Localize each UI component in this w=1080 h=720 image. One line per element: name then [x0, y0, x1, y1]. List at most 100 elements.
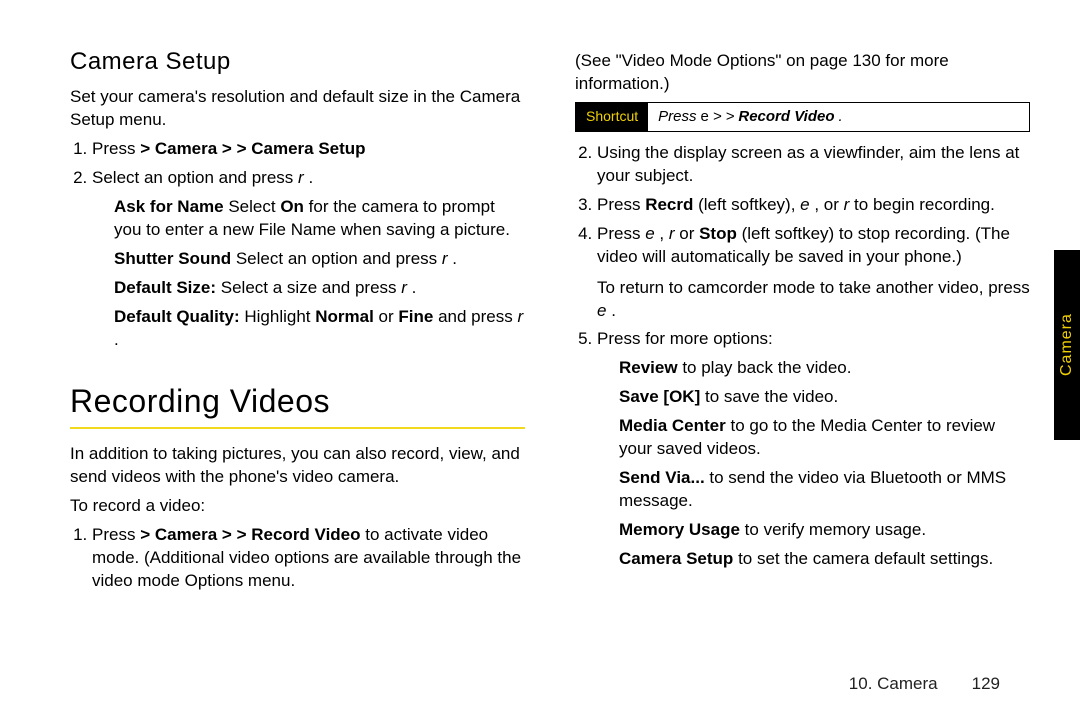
softkey-icon: r [298, 168, 304, 187]
heading-underline [70, 427, 525, 429]
text: for more options: [645, 329, 773, 348]
option-label: Default Size: [114, 278, 216, 297]
text: to verify memory usage. [745, 520, 926, 539]
option-media-center: Media Center to go to the Media Center t… [619, 415, 1030, 461]
nav-path: > Record Video [237, 525, 361, 544]
heading-camera-setup: Camera Setup [70, 46, 525, 78]
text: To return to camcorder mode to take anot… [597, 278, 1030, 297]
shortcut-sep: > [726, 107, 735, 127]
softkey-stop: Stop [699, 224, 737, 243]
text: and press [438, 307, 517, 326]
shortcut-sep: > [713, 107, 722, 127]
text: Select an option and press [92, 168, 298, 187]
text: Select [228, 197, 280, 216]
text: . [611, 301, 616, 320]
text: Press [597, 329, 645, 348]
option-value-normal: Normal [315, 307, 374, 326]
two-column-layout: Camera Setup Set your camera's resolutio… [70, 40, 1030, 599]
option-value-on: On [280, 197, 304, 216]
text: , [659, 224, 668, 243]
shortcut-text: Press e > > Record Video . [648, 103, 853, 131]
more-options-list: Review to play back the video. Save [OK]… [597, 357, 1030, 571]
text: Select a size and press [221, 278, 401, 297]
shortcut-box: Shortcut Press e > > Record Video . [575, 102, 1030, 132]
key-r-icon: r [669, 224, 675, 243]
shortcut-record-video: Record Video [738, 107, 834, 127]
record-steps-left: Press > Camera > > Record Video to activ… [70, 524, 525, 593]
option-memory-usage: Memory Usage to verify memory usage. [619, 519, 1030, 542]
nav-path: > Camera > [140, 525, 236, 544]
chapter-label: 10. Camera [849, 674, 938, 694]
record-steps-right: Using the display screen as a viewfinder… [575, 142, 1030, 571]
option-label: Default Quality: [114, 307, 240, 326]
option-review: Review to play back the video. [619, 357, 1030, 380]
shortcut-key-e: e [700, 107, 708, 127]
shortcut-label: Shortcut [576, 103, 648, 131]
text: (left softkey), [698, 195, 800, 214]
nav-path: > Camera Setup [237, 139, 366, 158]
softkey-icon: r [442, 249, 448, 268]
option-label: Review [619, 358, 678, 377]
section-tab-camera: Camera [1054, 250, 1080, 440]
option-default-quality: Default Quality: Highlight Normal or Fin… [114, 306, 525, 352]
option-label: Camera Setup [619, 549, 733, 568]
nav-path: > Camera > [140, 139, 236, 158]
page-number: 129 [972, 674, 1000, 694]
heading-recording-videos: Recording Videos [70, 380, 525, 423]
text: . [114, 330, 119, 349]
right-column: (See "Video Mode Options" on page 130 fo… [575, 40, 1030, 599]
text: Select an option and press [236, 249, 442, 268]
softkey-icon: r [401, 278, 407, 297]
text: Press [92, 139, 140, 158]
shortcut-end: . [839, 107, 843, 127]
record-step-3: Press Recrd (left softkey), e , or r to … [597, 194, 1030, 217]
text: Highlight [244, 307, 315, 326]
option-label: Memory Usage [619, 520, 740, 539]
text: to save the video. [705, 387, 838, 406]
record-step-5: Press for more options: Review to play b… [597, 328, 1030, 570]
manual-page: Camera Camera Setup Set your camera's re… [0, 0, 1080, 720]
option-camera-setup: Camera Setup to set the camera default s… [619, 548, 1030, 571]
softkey-recrd: Recrd [645, 195, 693, 214]
record-step-1: Press > Camera > > Record Video to activ… [92, 524, 525, 593]
record-step-4: Press e , r or Stop (left softkey) to st… [597, 223, 1030, 323]
option-label: Save [OK] [619, 387, 700, 406]
option-ask-for-name: Ask for Name Select On for the camera to… [114, 196, 525, 242]
softkey-icon: r [517, 307, 523, 326]
option-label: Media Center [619, 416, 726, 435]
return-note: To return to camcorder mode to take anot… [597, 277, 1030, 323]
see-reference: (See "Video Mode Options" on page 130 fo… [575, 50, 1030, 96]
camera-setup-step-2: Select an option and press r . Ask for N… [92, 167, 525, 352]
text: . [452, 249, 457, 268]
text: Press [597, 224, 645, 243]
text: . [308, 168, 313, 187]
text: to play back the video. [682, 358, 851, 377]
text: , or [814, 195, 843, 214]
option-shutter-sound: Shutter Sound Select an option and press… [114, 248, 525, 271]
text: . [412, 278, 417, 297]
to-record-a-video-label: To record a video: [70, 495, 525, 518]
option-value-fine: Fine [398, 307, 433, 326]
key-r-icon: r [844, 195, 850, 214]
text: Press [92, 525, 140, 544]
key-e-icon: e [800, 195, 809, 214]
option-send-via: Send Via... to send the video via Blueto… [619, 467, 1030, 513]
option-label: Shutter Sound [114, 249, 231, 268]
camera-setup-steps: Press > Camera > > Camera Setup Select a… [70, 138, 525, 352]
text: or [679, 224, 699, 243]
recording-videos-intro: In addition to taking pictures, you can … [70, 443, 525, 489]
left-column: Camera Setup Set your camera's resolutio… [70, 40, 525, 599]
text: to set the camera default settings. [738, 549, 993, 568]
option-label: Send Via... [619, 468, 705, 487]
camera-setup-step-1: Press > Camera > > Camera Setup [92, 138, 525, 161]
camera-setup-options-list: Ask for Name Select On for the camera to… [92, 196, 525, 352]
option-save: Save [OK] to save the video. [619, 386, 1030, 409]
option-default-size: Default Size: Select a size and press r … [114, 277, 525, 300]
key-e-icon: e [645, 224, 654, 243]
record-step-2: Using the display screen as a viewfinder… [597, 142, 1030, 188]
option-label: Ask for Name [114, 197, 224, 216]
key-e-icon: e [597, 301, 606, 320]
text: or [379, 307, 399, 326]
text: Press [597, 195, 645, 214]
camera-setup-intro: Set your camera's resolution and default… [70, 86, 525, 132]
